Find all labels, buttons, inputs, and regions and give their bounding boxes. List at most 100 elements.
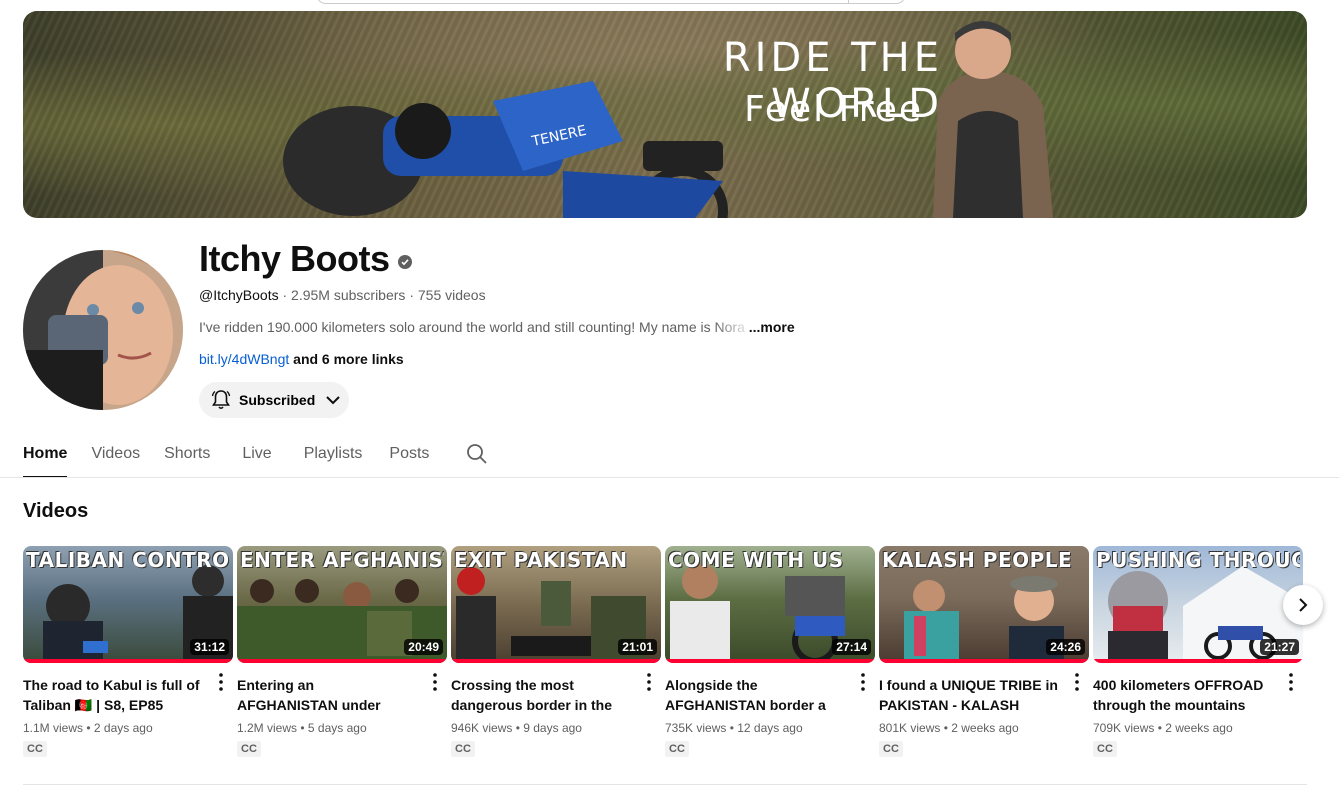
- video-title[interactable]: I found a UNIQUE TRIBE in PAKISTAN - KAL…: [879, 675, 1059, 715]
- upload-age: 2 weeks ago: [951, 721, 1019, 735]
- video-duration: 31:12: [190, 639, 229, 655]
- subscribed-button[interactable]: Subscribed: [199, 382, 349, 418]
- channel-links: bit.ly/4dWBngt and 6 more links: [199, 351, 404, 367]
- channel-banner: TENERE RIDE THE WORLD Feel Free: [23, 11, 1307, 218]
- thumbnail-headline: EXIT PAKISTAN: [454, 548, 628, 572]
- watch-progress-bar: [879, 659, 1089, 663]
- channel-external-link[interactable]: bit.ly/4dWBngt: [199, 351, 289, 367]
- thumbnail-headline: PUSHING THROUGH: [1096, 548, 1300, 572]
- description-more-link[interactable]: ...more: [749, 319, 795, 335]
- tab-shorts[interactable]: Shorts: [164, 430, 210, 478]
- channel-handle: @ItchyBoots: [199, 287, 279, 303]
- video-duration: 20:49: [404, 639, 443, 655]
- upload-age: 12 days ago: [737, 721, 803, 735]
- video-title[interactable]: The road to Kabul is full of Taliban 🇦🇫 …: [23, 675, 203, 715]
- video-card[interactable]: COME WITH US 27:14 Alongside the AFGHANI…: [665, 546, 875, 757]
- channel-meta: @ItchyBoots · 2.95M subscribers · 755 vi…: [199, 287, 486, 303]
- cc-badge: CC: [451, 741, 475, 757]
- more-links-button[interactable]: and 6 more links: [293, 351, 403, 367]
- description-fade: Nora: [714, 319, 749, 335]
- channel-name: Itchy Boots: [199, 238, 412, 280]
- meta-separator: ·: [409, 287, 418, 303]
- watch-progress-bar: [451, 659, 661, 663]
- channel-tabs: Home Videos Shorts Live Playlists Posts: [23, 430, 489, 478]
- video-meta: 946K views • 9 days ago: [451, 721, 582, 735]
- subscriber-count: 2.95M subscribers: [291, 287, 406, 303]
- view-count: 946K views: [451, 721, 513, 735]
- cc-badge: CC: [237, 741, 261, 757]
- channel-name-text: Itchy Boots: [199, 238, 390, 279]
- more-vert-icon[interactable]: [213, 672, 229, 692]
- view-count: 1.2M views: [237, 721, 298, 735]
- channel-avatar[interactable]: [23, 250, 183, 410]
- watch-progress-bar: [237, 659, 447, 663]
- channel-description[interactable]: I've ridden 190.000 kilometers solo arou…: [199, 319, 795, 335]
- upload-age: 2 weeks ago: [1165, 721, 1233, 735]
- video-meta: 735K views • 12 days ago: [665, 721, 803, 735]
- chevron-down-icon: [326, 396, 340, 405]
- video-meta: 1.1M views • 2 days ago: [23, 721, 153, 735]
- subscribed-label: Subscribed: [239, 392, 316, 408]
- tab-live[interactable]: Live: [242, 430, 271, 478]
- tab-videos[interactable]: Videos: [91, 430, 140, 478]
- verified-badge-icon: [397, 255, 412, 269]
- watch-progress-bar: [665, 659, 875, 663]
- meta-separator: ·: [282, 287, 292, 303]
- view-count: 709K views: [1093, 721, 1155, 735]
- more-vert-icon[interactable]: [1283, 672, 1299, 692]
- video-card[interactable]: EXIT PAKISTAN 21:01 Crossing the most da…: [451, 546, 661, 757]
- video-duration: 21:01: [618, 639, 657, 655]
- video-thumbnail[interactable]: PUSHING THROUGH 21:27: [1093, 546, 1303, 663]
- banner-subtitle: Feel Free: [744, 89, 923, 130]
- upload-age: 9 days ago: [523, 721, 582, 735]
- watch-progress-bar: [1093, 659, 1303, 663]
- chevron-right-icon: [1299, 598, 1308, 612]
- cc-badge: CC: [665, 741, 689, 757]
- more-vert-icon[interactable]: [855, 672, 871, 692]
- video-card[interactable]: ENTER AFGHANISTAN 20:49 Entering an AFGH…: [237, 546, 447, 757]
- video-meta: 1.2M views • 5 days ago: [237, 721, 367, 735]
- thumbnail-headline: TALIBAN CONTROL: [26, 548, 230, 572]
- thumbnail-headline: COME WITH US: [668, 548, 844, 572]
- video-duration: 24:26: [1046, 639, 1085, 655]
- shelf-divider: [23, 784, 1307, 785]
- video-duration: 27:14: [832, 639, 871, 655]
- video-title[interactable]: Alongside the AFGHANISTAN border a POLIC…: [665, 675, 845, 715]
- more-vert-icon[interactable]: [641, 672, 657, 692]
- search-bar-divider: [848, 0, 849, 3]
- tabs-divider: [0, 477, 1339, 478]
- video-card[interactable]: TALIBAN CONTROL 31:12 The road to Kabul …: [23, 546, 233, 757]
- video-title[interactable]: Crossing the most dangerous border in th…: [451, 675, 631, 715]
- view-count: 801K views: [879, 721, 941, 735]
- tab-posts[interactable]: Posts: [389, 430, 429, 478]
- video-card[interactable]: KALASH PEOPLE 24:26 I found a UNIQUE TRI…: [879, 546, 1089, 757]
- bell-icon: [211, 390, 231, 410]
- cc-badge: CC: [879, 741, 903, 757]
- more-vert-icon[interactable]: [427, 672, 443, 692]
- video-meta: 801K views • 2 weeks ago: [879, 721, 1019, 735]
- search-bar-edge[interactable]: [316, 0, 906, 4]
- more-vert-icon[interactable]: [1069, 672, 1085, 692]
- shelf-next-button[interactable]: [1283, 585, 1323, 625]
- cc-badge: CC: [23, 741, 47, 757]
- video-duration: 21:27: [1260, 639, 1299, 655]
- view-count: 1.1M views: [23, 721, 84, 735]
- video-thumbnail[interactable]: ENTER AFGHANISTAN 20:49: [237, 546, 447, 663]
- video-thumbnail[interactable]: COME WITH US 27:14: [665, 546, 875, 663]
- thumbnail-headline: ENTER AFGHANISTAN: [240, 548, 444, 572]
- video-title[interactable]: 400 kilometers OFFROAD through the mount…: [1093, 675, 1273, 715]
- tab-playlists[interactable]: Playlists: [304, 430, 363, 478]
- watch-progress-bar: [23, 659, 233, 663]
- search-icon[interactable]: [465, 442, 489, 466]
- tab-home[interactable]: Home: [23, 430, 68, 478]
- video-count: 755 videos: [417, 287, 486, 303]
- video-meta: 709K views • 2 weeks ago: [1093, 721, 1233, 735]
- video-thumbnail[interactable]: EXIT PAKISTAN 21:01: [451, 546, 661, 663]
- video-thumbnail[interactable]: TALIBAN CONTROL 31:12: [23, 546, 233, 663]
- videos-shelf-title[interactable]: Videos: [23, 500, 88, 523]
- upload-age: 2 days ago: [93, 721, 153, 735]
- video-card[interactable]: PUSHING THROUGH 21:27 400 kilometers OFF…: [1093, 546, 1303, 757]
- avatar-image: [23, 250, 183, 410]
- video-title[interactable]: Entering an AFGHANISTAN under TALIBAN ru…: [237, 675, 417, 715]
- video-thumbnail[interactable]: KALASH PEOPLE 24:26: [879, 546, 1089, 663]
